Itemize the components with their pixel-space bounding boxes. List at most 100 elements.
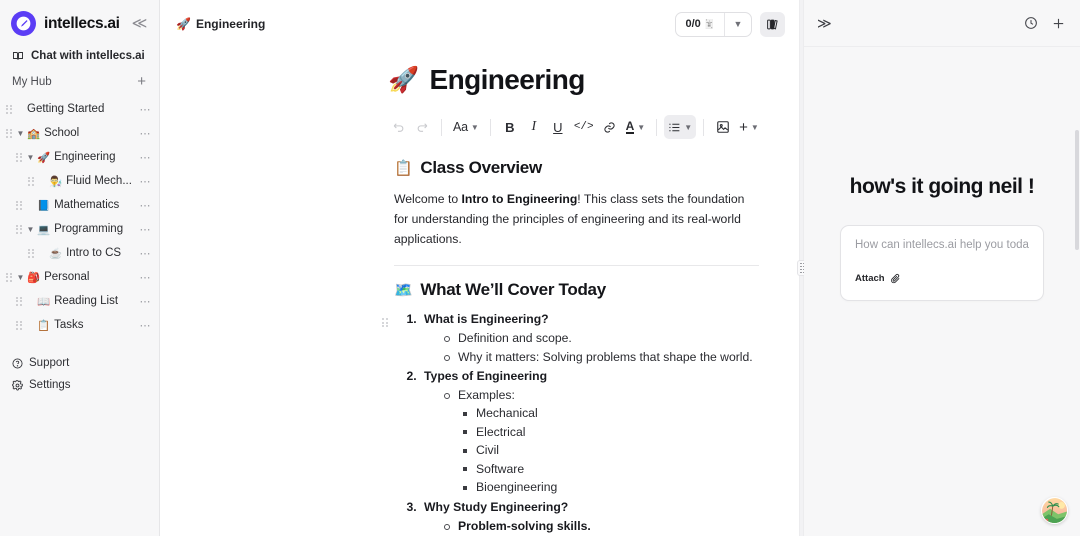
attach-button[interactable]: Attach xyxy=(855,273,1029,284)
tree-item-more-button[interactable]: ⋯ xyxy=(140,271,152,284)
add-page-button[interactable]: + xyxy=(135,74,148,89)
my-hub-label: My Hub xyxy=(12,75,52,88)
chevron-down-icon[interactable]: ▼ xyxy=(725,19,751,29)
tree-item-more-button[interactable]: ⋯ xyxy=(140,151,152,164)
outline-item-title: What is Engineering? xyxy=(424,312,549,327)
tree-item-more-button[interactable]: ⋯ xyxy=(140,295,152,308)
sidebar-item-programming[interactable]: ▼ 💻 Programming ⋯ xyxy=(0,217,159,241)
redo-icon xyxy=(417,122,427,132)
drag-handle-icon[interactable] xyxy=(14,200,24,210)
chevron-down-icon[interactable]: ▼ xyxy=(24,225,37,234)
breadcrumb[interactable]: 🚀 Engineering xyxy=(176,17,265,31)
chat-composer[interactable]: How can intellecs.ai help you today? ...… xyxy=(840,225,1044,301)
sidebar-item-school[interactable]: ▼ 🏫 School ⋯ xyxy=(0,121,159,145)
text-color-button[interactable]: A ▼ xyxy=(622,115,650,139)
chevron-down-icon: ▼ xyxy=(750,122,759,132)
flashcard-count-button[interactable]: 0/0 🃏 xyxy=(676,18,724,30)
my-hub-row: My Hub + xyxy=(0,68,159,95)
chevron-down-icon[interactable]: ▼ xyxy=(14,129,27,138)
breadcrumb-label: Engineering xyxy=(195,17,266,31)
bold-button[interactable]: B xyxy=(498,115,522,139)
outline-sublist: Problem-solving skills.Innovative thinki… xyxy=(424,517,759,536)
chat-input-placeholder[interactable]: How can intellecs.ai help you today? ... xyxy=(855,238,1029,253)
library-button[interactable] xyxy=(760,11,785,37)
chevron-down-icon[interactable]: ▼ xyxy=(24,153,37,162)
sidebar-item-support[interactable]: Support xyxy=(0,352,159,374)
font-style-label: Aa xyxy=(453,120,468,134)
sidebar-collapse-icon[interactable]: ≪ xyxy=(128,14,152,33)
tree-item-label: Programming xyxy=(54,223,124,235)
drag-handle-icon[interactable] xyxy=(4,272,14,282)
list-button[interactable]: ▼ xyxy=(664,115,697,139)
code-label: </> xyxy=(573,121,594,133)
sidebar-item-mathematics[interactable]: ▼📘Mathematics⋯ xyxy=(0,193,159,217)
tree-item-more-button[interactable]: ⋯ xyxy=(140,319,152,332)
chat-history-button[interactable] xyxy=(1024,16,1038,30)
drag-handle-icon[interactable] xyxy=(26,176,36,186)
tree-item-more-button[interactable]: ⋯ xyxy=(140,103,152,116)
sidebar-item-fluid-mech[interactable]: ▼👨‍🔬Fluid Mech...⋯ xyxy=(0,169,159,193)
outline-item-title: Why Study Engineering? xyxy=(424,499,569,514)
outline-subitem: Why it matters: Solving problems that sh… xyxy=(442,348,759,367)
sidebar-item-personal[interactable]: ▼ 🎒 Personal ⋯ xyxy=(0,265,159,289)
sidebar-chat-label: Chat with intellecs.ai xyxy=(31,50,145,62)
undo-button[interactable] xyxy=(386,115,410,139)
page-title-text: Engineering xyxy=(429,64,586,95)
drag-handle-icon[interactable] xyxy=(14,152,24,162)
code-button[interactable]: </> xyxy=(570,115,598,139)
tree-item-emoji: 💻 xyxy=(37,223,51,236)
tree-item-more-button[interactable]: ⋯ xyxy=(140,223,152,236)
tree-item-more-button[interactable]: ⋯ xyxy=(140,199,152,212)
outline-subitem: Definition and scope. xyxy=(442,329,759,348)
tree-item-more-button[interactable]: ⋯ xyxy=(140,175,152,188)
sidebar-item-settings[interactable]: Settings xyxy=(0,374,159,396)
sidebar-item-engineering[interactable]: ▼ 🚀 Engineering ⋯ xyxy=(0,145,159,169)
assistant-scrollbar[interactable] xyxy=(1075,130,1079,250)
redo-button[interactable] xyxy=(410,115,434,139)
help-circle-icon xyxy=(12,357,23,369)
cards-icon: 🃏 xyxy=(703,18,715,29)
italic-button[interactable]: I xyxy=(522,115,546,139)
brand-name: intellecs.ai xyxy=(44,14,120,32)
page-title-emoji: 🚀 xyxy=(388,65,419,94)
section-heading-text: What We’ll Cover Today xyxy=(420,280,606,300)
link-button[interactable] xyxy=(598,115,622,139)
library-icon xyxy=(767,19,778,29)
editor-toolbar: Aa ▼ B I U </> A ▼ ▼ + ▼ xyxy=(160,110,799,144)
new-chat-button[interactable] xyxy=(1051,16,1066,31)
document-scroll-area[interactable]: 🚀 Engineering Aa ▼ B I U </> A ▼ ▼ + ▼ 📋… xyxy=(160,48,799,536)
user-avatar[interactable] xyxy=(1041,497,1068,524)
chevron-down-icon[interactable]: ▼ xyxy=(14,273,27,282)
gear-icon xyxy=(12,379,23,391)
sidebar-item-getting-started[interactable]: ▼Getting Started⋯ xyxy=(0,97,159,121)
image-button[interactable] xyxy=(711,115,735,139)
flashcard-count-pill: 0/0 🃏 ▼ xyxy=(675,11,752,37)
sidebar-item-tasks[interactable]: ▼📋Tasks⋯ xyxy=(0,313,159,337)
plus-icon xyxy=(1053,18,1064,28)
drag-handle-icon[interactable] xyxy=(26,248,36,258)
page-title[interactable]: 🚀 Engineering xyxy=(160,64,799,96)
tree-item-more-button[interactable]: ⋯ xyxy=(140,247,152,260)
underline-button[interactable]: U xyxy=(546,115,570,139)
insert-button[interactable]: + ▼ xyxy=(735,115,763,139)
text-color-label: A xyxy=(625,118,635,134)
drag-handle-icon[interactable] xyxy=(4,128,14,138)
intro-text-before: Welcome to xyxy=(394,192,462,207)
block-drag-handle[interactable] xyxy=(382,318,388,328)
document-body[interactable]: 📋 Class Overview Welcome to Intro to Eng… xyxy=(160,158,799,536)
sidebar-item-intro-to-cs[interactable]: ▼☕Intro to CS⋯ xyxy=(0,241,159,265)
drag-handle-icon[interactable] xyxy=(14,296,24,306)
drag-handle-icon[interactable] xyxy=(4,104,14,114)
assistant-collapse-icon[interactable]: ≫ xyxy=(817,15,832,32)
sidebar-item-chat[interactable]: Chat with intellecs.ai xyxy=(0,46,159,68)
tree-item-emoji: 📘 xyxy=(37,199,51,212)
drag-handle-icon[interactable] xyxy=(14,320,24,330)
tree-item-more-button[interactable]: ⋯ xyxy=(140,127,152,140)
font-style-button[interactable]: Aa ▼ xyxy=(449,115,483,139)
sidebar-item-reading-list[interactable]: ▼📖Reading List⋯ xyxy=(0,289,159,313)
tree-item-emoji: 🏫 xyxy=(27,127,41,140)
intro-text-bold: Intro to Engineering xyxy=(461,192,578,207)
intro-paragraph: Welcome to Intro to Engineering! This cl… xyxy=(394,190,759,249)
drag-handle-icon[interactable] xyxy=(14,224,24,234)
main-topbar: 🚀 Engineering 0/0 🃏 ▼ xyxy=(160,0,799,48)
